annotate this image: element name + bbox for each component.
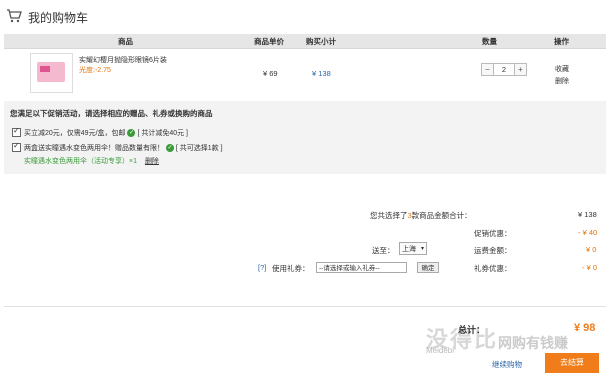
coupon-discount-label: 礼券优惠： bbox=[474, 264, 512, 273]
discount-value: - ¥ 40 bbox=[578, 228, 598, 237]
gift-item: 实瞳遇水变色两用伞（活动专享）×1 删除 bbox=[24, 156, 159, 166]
col-product: 商品 bbox=[118, 37, 133, 46]
gift-label: 实瞳遇水变色两用伞（活动专享）×1 bbox=[24, 158, 137, 165]
qty-input[interactable]: 2 bbox=[494, 63, 514, 76]
grand-total-label: 总计： bbox=[458, 325, 486, 335]
promo1-text: 买立减20元，仅需49元/盒，包邮 ✓ [ 共计减免40元 ] bbox=[24, 128, 188, 138]
promo1-checkbox[interactable] bbox=[12, 126, 21, 137]
promo2-checkbox[interactable] bbox=[12, 141, 21, 152]
coupon-discount-value: - ¥ 0 bbox=[582, 263, 598, 272]
coupon-confirm-button[interactable]: 确定 bbox=[417, 262, 439, 273]
grand-total: ¥ 98 bbox=[574, 322, 596, 334]
favorite-link[interactable]: 收藏 bbox=[555, 64, 569, 74]
quantity-stepper: − 2 + bbox=[481, 63, 527, 76]
qty-plus-button[interactable]: + bbox=[514, 63, 527, 76]
table-header: 商品 商品单价 购买小计 数量 操作 bbox=[4, 34, 606, 49]
divider bbox=[4, 306, 606, 307]
ship-to-label: 送至： bbox=[372, 246, 395, 255]
promo1-badge: [ 共计减免40元 ] bbox=[137, 130, 189, 137]
col-actions: 操作 bbox=[554, 37, 569, 46]
checkout-button[interactable]: 去结算 bbox=[545, 353, 599, 373]
selected-count-label: 您共选择了3款商品金额合计： bbox=[370, 211, 472, 220]
product-thumbnail[interactable] bbox=[30, 53, 73, 93]
qty-minus-button[interactable]: − bbox=[481, 63, 494, 76]
col-quantity: 数量 bbox=[482, 37, 497, 46]
watermark-sub: Meidebi bbox=[426, 346, 455, 355]
goods-total: ¥ 138 bbox=[578, 210, 597, 219]
coupon-select[interactable]: --请选择或输入礼券-- bbox=[316, 262, 407, 273]
coupon-help-link[interactable]: [?] bbox=[258, 263, 266, 272]
col-subtotal: 购买小计 bbox=[306, 37, 336, 46]
col-unit-price: 商品单价 bbox=[254, 37, 284, 46]
region-select[interactable]: 上海 ▾ bbox=[399, 242, 427, 255]
promotions-title: 您满足以下促销活动，请选择相应的赠品、礼券或换购的商品 bbox=[10, 109, 213, 118]
coupon-label: 使用礼券： bbox=[272, 264, 310, 273]
discount-label: 促销优惠： bbox=[474, 229, 512, 238]
product-name[interactable]: 实耀幻樱月抛隐形眼镜6片装 bbox=[79, 55, 167, 65]
continue-shopping-link[interactable]: 继续购物 bbox=[492, 359, 522, 370]
shipping-value: ¥ 0 bbox=[586, 245, 597, 254]
check-circle-icon: ✓ bbox=[127, 129, 136, 138]
item-subtotal: ¥ 138 bbox=[312, 69, 331, 78]
delete-link[interactable]: 删除 bbox=[555, 76, 569, 86]
product-spec: 光度:-2.75 bbox=[79, 67, 111, 74]
check-circle-icon: ✓ bbox=[165, 144, 174, 153]
promo1-label: 买立减20元，仅需49元/盒，包邮 bbox=[24, 130, 126, 137]
unit-price: ¥ 69 bbox=[263, 69, 278, 78]
promo2-text: 两盒送实瞳遇水变色两用伞！赠品数量有限！ ✓ [ 共可选择1款 ] bbox=[24, 143, 223, 153]
gift-delete-link[interactable]: 删除 bbox=[145, 158, 159, 165]
watermark-slogan: 网购有钱赚 bbox=[498, 335, 568, 351]
page-title: 我的购物车 bbox=[28, 11, 89, 25]
shipping-label: 运费金额： bbox=[474, 246, 512, 255]
cart-icon bbox=[7, 9, 22, 23]
promo2-badge: [ 共可选择1款 ] bbox=[175, 145, 223, 152]
promo2-label: 两盒送实瞳遇水变色两用伞！赠品数量有限！ bbox=[24, 145, 164, 152]
